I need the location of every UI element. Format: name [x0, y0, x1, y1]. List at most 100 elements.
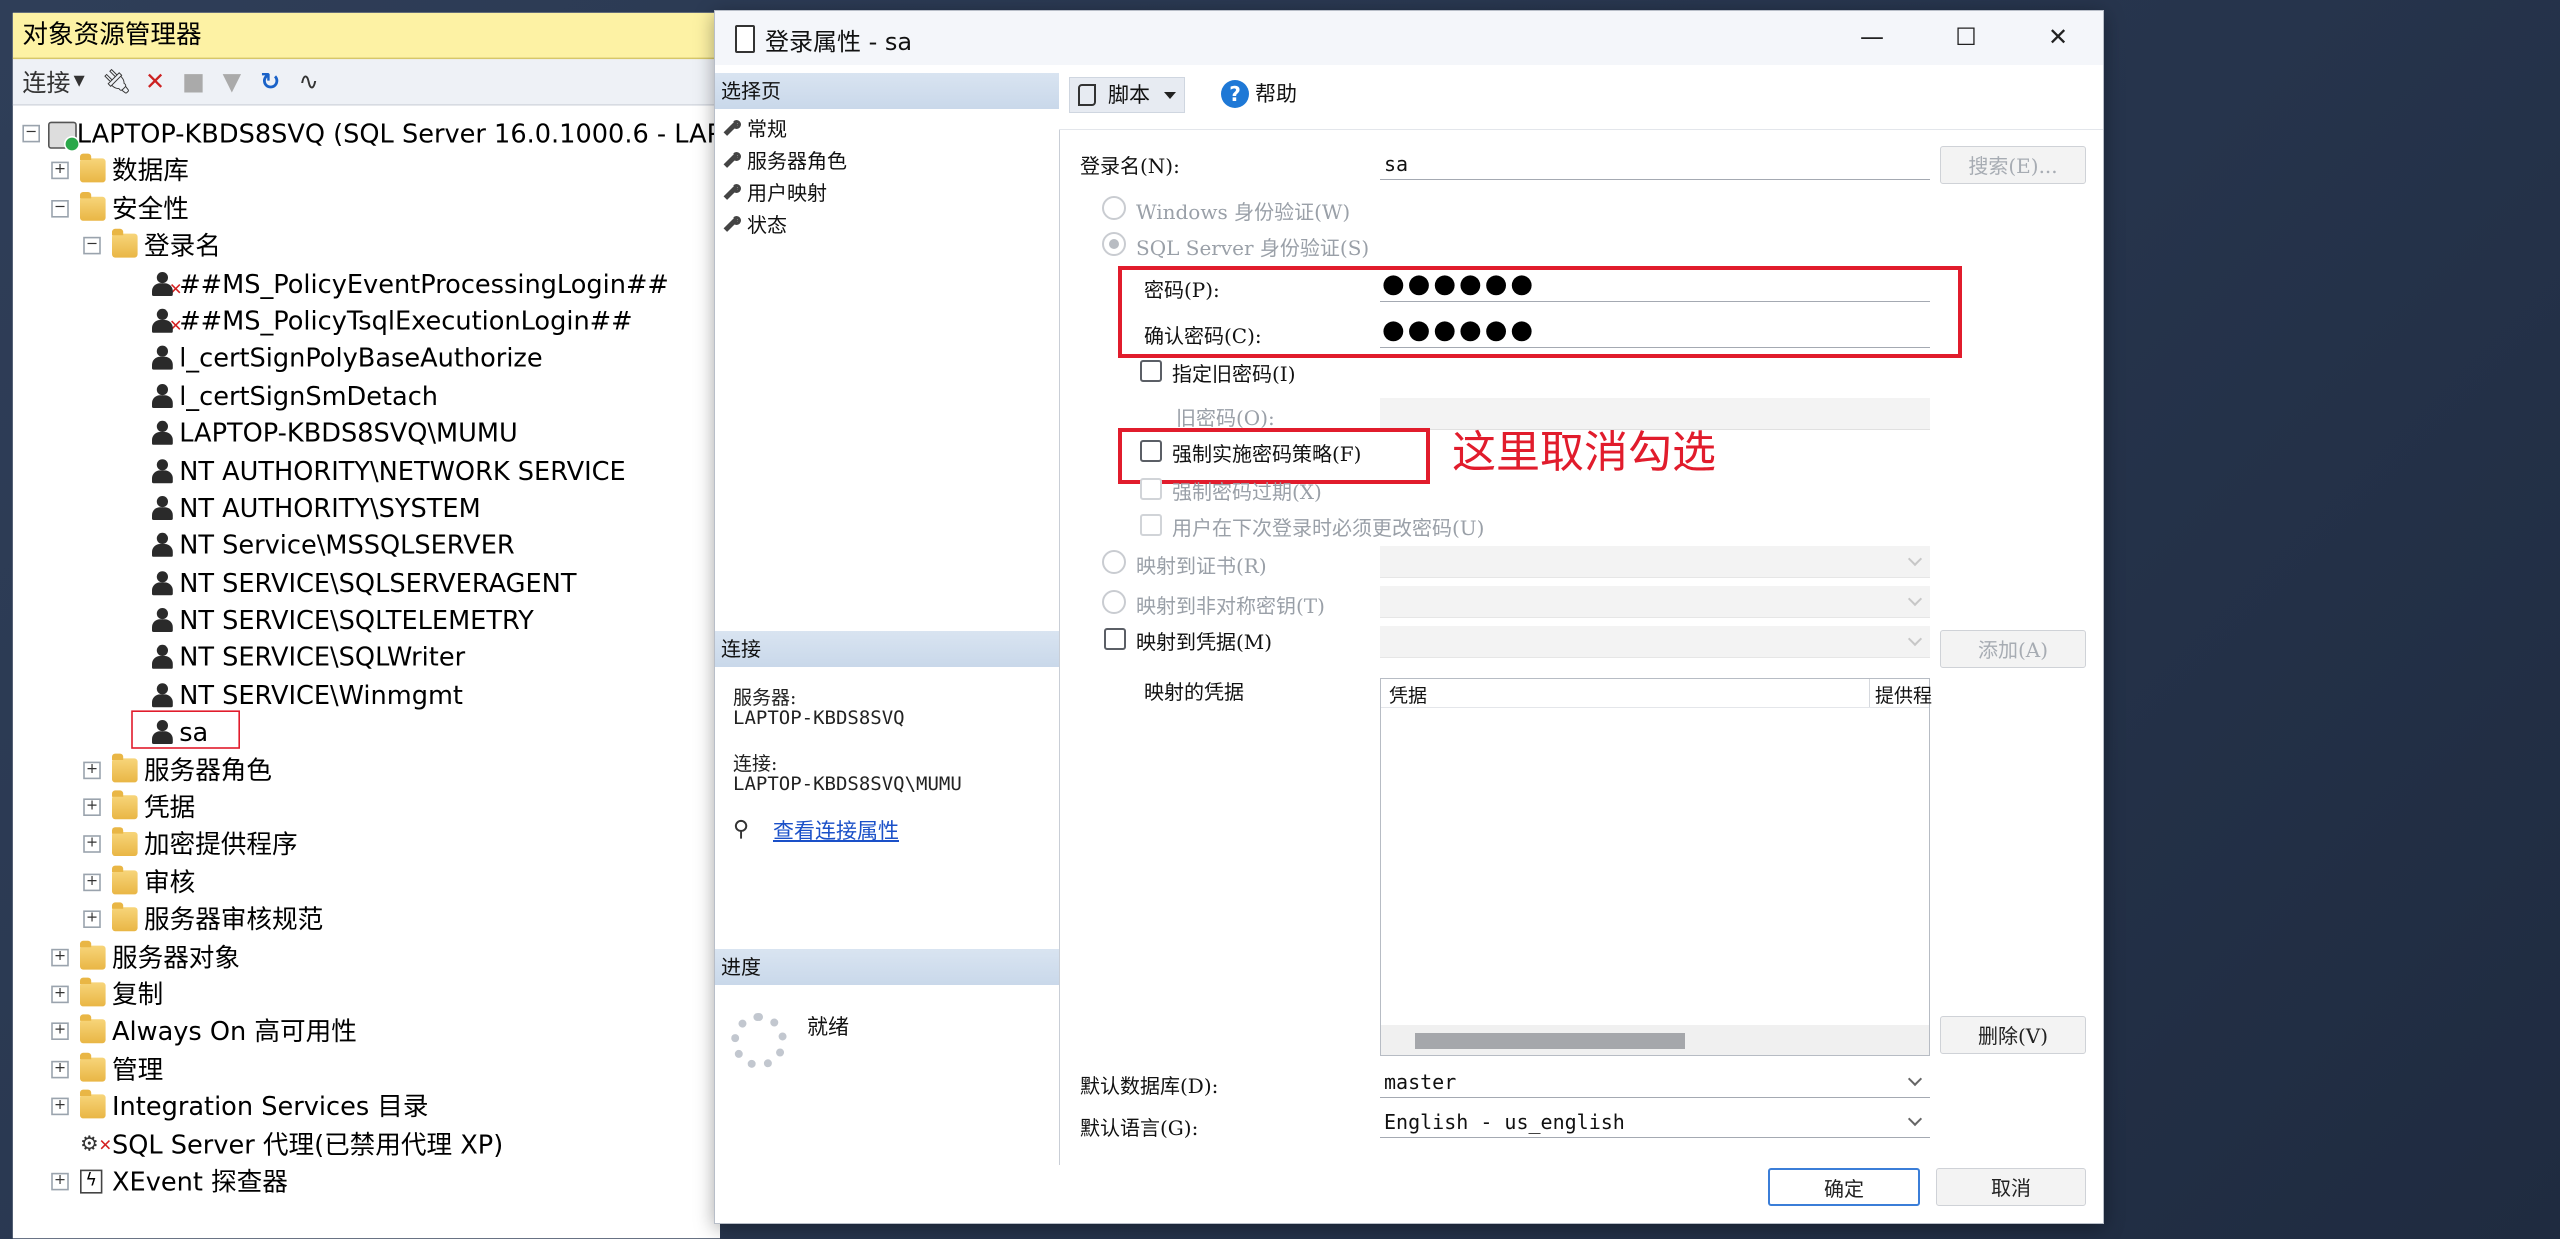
sql-auth-radio[interactable] — [1102, 232, 1126, 256]
enforce-expiration-checkbox[interactable] — [1140, 478, 1162, 500]
tree-node-label: 复制 — [112, 979, 164, 1010]
must-change-checkbox[interactable] — [1140, 514, 1162, 536]
tree-node-security[interactable]: − 安全性 — [13, 190, 720, 227]
activity-monitor-icon[interactable]: ∿ — [293, 64, 325, 99]
page-user-mapping[interactable]: 用户映射 — [723, 177, 827, 209]
maximize-button[interactable]: ☐ — [1943, 17, 1989, 57]
ok-button[interactable]: 确定 — [1768, 1168, 1920, 1206]
specify-old-password-checkbox[interactable] — [1140, 360, 1162, 382]
remove-credential-button[interactable]: 删除(V) — [1940, 1016, 2086, 1054]
tree-node-credentials[interactable]: + 凭据 — [13, 789, 720, 826]
tree-node-agent[interactable]: ⚙︎✕ SQL Server 代理(已禁用代理 XP) — [13, 1126, 720, 1163]
tree-node-logins[interactable]: − 登录名 — [13, 227, 720, 264]
login-item[interactable]: NT SERVICE\SQLSERVERAGENT — [13, 564, 720, 601]
disconnect-icon[interactable]: ✕ — [139, 64, 171, 99]
expand-icon[interactable]: + — [83, 761, 101, 779]
mapped-credentials-grid[interactable]: 凭据 提供程 — [1380, 678, 1932, 1056]
minimize-button[interactable]: — — [1849, 17, 1895, 57]
tree-node-databases[interactable]: + 数据库 — [13, 153, 720, 190]
folder-icon — [112, 790, 138, 820]
default-language-select[interactable]: English - us_english — [1380, 1106, 1930, 1138]
tree-node-server-roles[interactable]: + 服务器角色 — [13, 751, 720, 788]
disabled-user-icon: ✕ — [150, 271, 182, 298]
expand-icon[interactable]: + — [51, 1023, 69, 1041]
explorer-tree: − LAPTOP-KBDS8SVQ (SQL Server 16.0.1000.… — [13, 115, 720, 1200]
column-credential[interactable]: 凭据 — [1389, 681, 1427, 708]
credential-select[interactable] — [1380, 626, 1930, 658]
login-item[interactable]: NT AUTHORITY\SYSTEM — [13, 489, 720, 526]
map-asymmetric-key-radio[interactable] — [1102, 590, 1126, 614]
login-item[interactable]: ✕ ##MS_PolicyTsqlExecutionLogin## — [13, 302, 720, 339]
tree-node-label: XEvent 探查器 — [112, 1166, 288, 1197]
page-status[interactable]: 状态 — [723, 209, 787, 241]
tree-node-xevent[interactable]: + ϟ XEvent 探查器 — [13, 1163, 720, 1200]
tree-node-audit-specs[interactable]: + 服务器审核规范 — [13, 901, 720, 938]
script-button[interactable]: 脚本 — [1069, 77, 1185, 113]
view-connection-properties-link[interactable]: 查看连接属性 — [773, 815, 899, 845]
collapse-icon[interactable]: − — [83, 237, 101, 255]
page-general[interactable]: 常规 — [723, 113, 787, 145]
expand-icon[interactable]: + — [51, 162, 69, 180]
connect-label: 连接 — [22, 68, 71, 97]
filter-icon[interactable]: ▼ — [216, 64, 248, 99]
tree-node-server-objects[interactable]: + 服务器对象 — [13, 939, 720, 976]
tree-node-label: 加密提供程序 — [144, 829, 298, 860]
stop-icon[interactable]: ■ — [178, 64, 210, 99]
tree-node-audits[interactable]: + 审核 — [13, 864, 720, 901]
close-button[interactable]: ✕ — [2035, 17, 2081, 57]
tree-node-always-on[interactable]: + Always On 高可用性 — [13, 1013, 720, 1050]
expand-icon[interactable]: + — [51, 1172, 69, 1191]
expand-icon[interactable]: + — [51, 1060, 69, 1079]
expand-icon[interactable]: + — [83, 873, 101, 891]
login-item-sa[interactable]: sa — [13, 710, 720, 751]
cancel-button[interactable]: 取消 — [1936, 1168, 2086, 1206]
login-item[interactable]: NT SERVICE\Winmgmt — [13, 677, 720, 714]
map-credential-checkbox[interactable] — [1104, 628, 1126, 650]
login-item[interactable]: l_certSignPolyBaseAuthorize — [13, 340, 720, 377]
chevron-down-icon[interactable] — [1164, 92, 1176, 99]
expand-icon[interactable]: + — [51, 1097, 69, 1116]
login-item[interactable]: NT AUTHORITY\NETWORK SERVICE — [13, 452, 720, 489]
default-language-value: English - us_english — [1384, 1110, 1625, 1134]
expand-icon[interactable]: + — [83, 910, 101, 929]
page-server-roles[interactable]: 服务器角色 — [723, 145, 847, 177]
login-item[interactable]: NT Service\MSSQLSERVER — [13, 527, 720, 564]
tree-node-management[interactable]: + 管理 — [13, 1051, 720, 1088]
column-provider[interactable]: 提供程 — [1875, 681, 1932, 708]
expand-icon[interactable]: + — [51, 985, 69, 1004]
login-name-input[interactable]: sa — [1380, 148, 1930, 180]
tree-node-crypto[interactable]: + 加密提供程序 — [13, 826, 720, 863]
tree-node-label: 服务器对象 — [112, 941, 241, 973]
tree-node-replication[interactable]: + 复制 — [13, 976, 720, 1013]
progress-header: 进度 — [715, 949, 1059, 985]
login-item[interactable]: NT SERVICE\SQLTELEMETRY — [13, 602, 720, 639]
login-item[interactable]: l_certSignSmDetach — [13, 377, 720, 414]
connect-button[interactable]: 连接 ▼ — [22, 64, 94, 99]
login-item[interactable]: ✕ ##MS_PolicyEventProcessingLogin## — [13, 265, 720, 302]
add-credential-button[interactable]: 添加(A) — [1940, 630, 2086, 668]
asymmetric-key-select[interactable] — [1380, 586, 1930, 618]
map-certificate-radio[interactable] — [1102, 550, 1126, 574]
expand-icon[interactable]: + — [83, 835, 101, 854]
certificate-select[interactable] — [1380, 546, 1930, 578]
enforce-expiration-label: 强制密码过期(X) — [1172, 480, 1322, 504]
refresh-icon[interactable]: ↻ — [254, 64, 286, 99]
collapse-icon[interactable]: − — [22, 124, 40, 143]
windows-auth-radio[interactable] — [1102, 196, 1126, 220]
expand-icon[interactable]: + — [83, 798, 101, 817]
collapse-icon[interactable]: − — [51, 199, 69, 218]
scrollbar-thumb[interactable] — [1415, 1033, 1685, 1049]
login-item[interactable]: NT SERVICE\SQLWriter — [13, 639, 720, 676]
login-item[interactable]: LAPTOP-KBDS8SVQ\MUMU — [13, 415, 720, 452]
expand-icon[interactable]: + — [51, 948, 69, 966]
page-server-roles-label: 服务器角色 — [747, 149, 847, 173]
connect-plug-icon[interactable]: 🔌︎ — [101, 64, 133, 99]
page-general-label: 常规 — [747, 117, 787, 141]
help-button[interactable]: ? 帮助 — [1221, 77, 1297, 111]
default-database-select[interactable]: master — [1380, 1066, 1930, 1098]
grid-horizontal-scrollbar[interactable] — [1381, 1025, 1929, 1055]
search-button[interactable]: 搜索(E)... — [1940, 146, 2086, 184]
tree-node-label: 凭据 — [144, 792, 196, 823]
tree-node-server[interactable]: − LAPTOP-KBDS8SVQ (SQL Server 16.0.1000.… — [13, 115, 720, 153]
tree-node-integration[interactable]: + Integration Services 目录 — [13, 1088, 720, 1125]
